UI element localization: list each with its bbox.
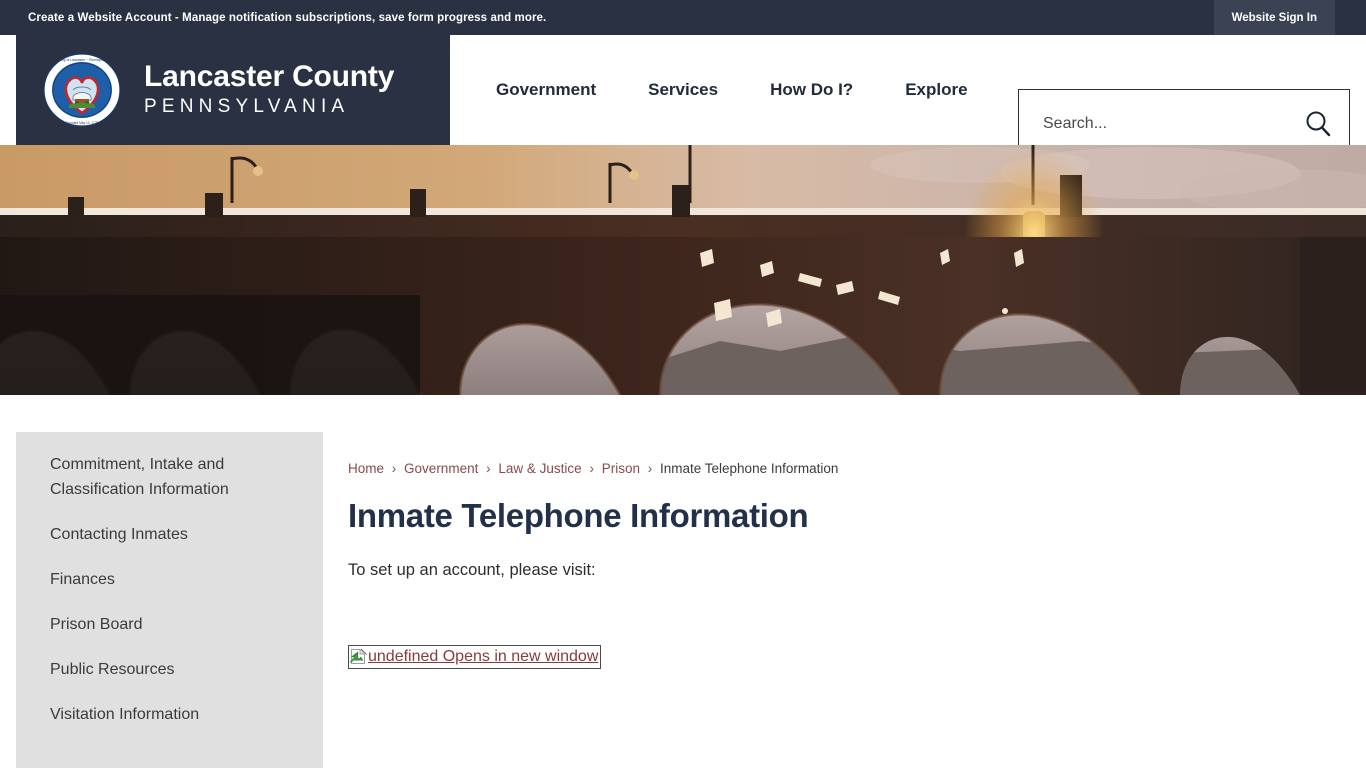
- svg-text:County of Lancaster ~ Pennsylv: County of Lancaster ~ Pennsylvania: [55, 58, 109, 62]
- lancaster-county-seal-icon: County of Lancaster ~ Pennsylvania Found…: [42, 50, 122, 130]
- breadcrumb-item-home[interactable]: Home: [348, 461, 384, 476]
- breadcrumb-separator: ›: [589, 461, 594, 476]
- breadcrumb-separator: ›: [391, 461, 397, 476]
- search-icon[interactable]: [1303, 109, 1333, 139]
- search-input[interactable]: [1041, 114, 1281, 134]
- section-sidebar-navigation: Commitment, Intake and Classification In…: [16, 432, 323, 768]
- website-sign-in-button[interactable]: Website Sign In: [1213, 0, 1335, 35]
- nav-item-explore[interactable]: Explore: [879, 80, 993, 100]
- site-header: County of Lancaster ~ Pennsylvania Found…: [0, 35, 1366, 159]
- site-logo[interactable]: County of Lancaster ~ Pennsylvania Found…: [16, 35, 450, 145]
- page-content: Commitment, Intake and Classification In…: [0, 395, 1366, 768]
- primary-navigation: Government Services How Do I? Explore: [470, 35, 994, 145]
- logo-subtitle: PENNSYLVANIA: [144, 96, 350, 117]
- breadcrumb-separator: ›: [647, 461, 653, 476]
- nav-item-government[interactable]: Government: [470, 80, 622, 100]
- broken-image-alt-text: undefined Opens in new window: [368, 647, 599, 665]
- logo-title: Lancaster County: [144, 60, 395, 93]
- nav-item-services[interactable]: Services: [622, 80, 744, 100]
- main-column: Home › Government › Law & Justice › Pris…: [348, 395, 1348, 670]
- breadcrumb-item-government[interactable]: Government: [404, 461, 478, 476]
- sidebar-item-public-resources[interactable]: Public Resources: [16, 647, 323, 692]
- page-title: Inmate Telephone Information: [348, 497, 809, 534]
- breadcrumb: Home › Government › Law & Justice › Pris…: [348, 461, 1348, 476]
- create-account-notice: Create a Website Account - Manage notifi…: [28, 11, 547, 24]
- sidebar-item-commitment-intake-classification[interactable]: Commitment, Intake and Classification In…: [16, 442, 323, 512]
- intro-paragraph: To set up an account, please visit:: [348, 561, 596, 579]
- breadcrumb-separator: ›: [486, 461, 491, 476]
- sidebar-item-contacting-inmates[interactable]: Contacting Inmates: [16, 512, 323, 557]
- sidebar-item-visitation-information[interactable]: Visitation Information: [16, 692, 323, 737]
- breadcrumb-item-law-justice[interactable]: Law & Justice: [498, 461, 581, 476]
- hero-banner-image: [0, 145, 1366, 395]
- utility-topbar: Create a Website Account - Manage notifi…: [0, 0, 1366, 35]
- broken-image-link[interactable]: undefined Opens in new window: [348, 644, 602, 669]
- breadcrumb-item-current: Inmate Telephone Information: [660, 461, 839, 476]
- sidebar-item-prison-board[interactable]: Prison Board: [16, 602, 323, 647]
- svg-text:Founded May 10, 1729: Founded May 10, 1729: [66, 121, 99, 125]
- nav-item-how-do-i[interactable]: How Do I?: [744, 80, 879, 100]
- sidebar-item-finances[interactable]: Finances: [16, 557, 323, 602]
- breadcrumb-item-prison[interactable]: Prison: [602, 461, 640, 476]
- broken-image-icon: [349, 648, 367, 665]
